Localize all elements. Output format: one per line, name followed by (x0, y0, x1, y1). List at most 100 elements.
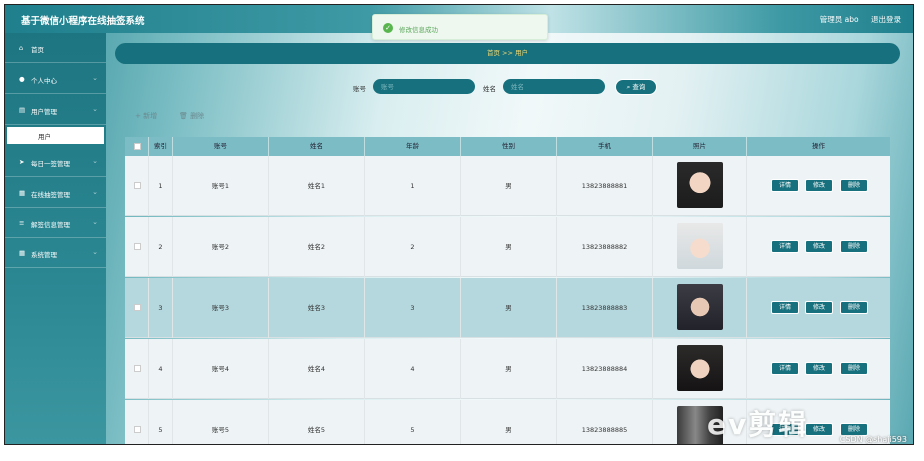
batch-delete-button[interactable]: 🗑 删除 (179, 111, 204, 121)
user-photo[interactable] (677, 345, 723, 391)
col-header: 账号 (173, 137, 269, 156)
sidebar-item-label: 首页 (31, 46, 44, 54)
sidebar-item-draw[interactable]: ▦ 在线抽签管理 ⌄ (5, 178, 106, 208)
cell-phone: 13823888885 (557, 400, 653, 444)
detail-button[interactable]: 详情 (771, 179, 799, 192)
chevron-down-icon: ⌄ (92, 105, 98, 113)
edit-button[interactable]: 修改 (805, 179, 833, 192)
cell-account: 账号3 (173, 278, 269, 338)
sidebar-item-system[interactable]: ▦ 系统管理 ⌄ (5, 238, 106, 268)
header-right: 管理员 abo 退出登录 (810, 14, 901, 25)
edit-button[interactable]: 修改 (805, 423, 833, 436)
sidebar: ⌂ 首页 ● 个人中心 ⌄ ▤ 用户管理 ⌄ 用户 ➤ 每日一签管理 ⌄ ▦ 在… (5, 33, 106, 444)
cell-age: 1 (365, 156, 461, 216)
send-icon: ➤ (19, 158, 25, 166)
edit-button[interactable]: 修改 (805, 240, 833, 253)
account-search-input[interactable] (373, 79, 475, 94)
header-checkbox-cell (125, 137, 149, 156)
cell-gender: 男 (461, 400, 557, 444)
breadcrumb-home[interactable]: 首页 (487, 49, 500, 57)
row-checkbox-cell (125, 217, 149, 277)
cell-gender: 男 (461, 339, 557, 399)
add-button[interactable]: + 新增 (135, 111, 157, 121)
sidebar-item-label: 个人中心 (31, 77, 57, 85)
folder-icon: ▤ (19, 106, 26, 114)
list-icon: ≡ (19, 219, 25, 227)
table-row: 3 账号3 姓名3 3 男 13823888883 详情 修改 删除 (125, 278, 890, 338)
breadcrumb: 首页 >> 用户 (115, 43, 900, 64)
user-photo[interactable] (677, 223, 723, 269)
cell-account: 账号2 (173, 217, 269, 277)
cell-idx: 3 (149, 278, 173, 338)
row-checkbox[interactable] (134, 243, 141, 250)
cell-name: 姓名5 (269, 400, 365, 444)
sidebar-item-label: 每日一签管理 (31, 160, 70, 168)
cell-name: 姓名1 (269, 156, 365, 216)
search-button[interactable]: ⌕ 查询 (615, 79, 657, 95)
cell-phone: 13823888883 (557, 278, 653, 338)
row-checkbox[interactable] (134, 365, 141, 372)
row-checkbox[interactable] (134, 182, 141, 189)
table-row: 1 账号1 姓名1 1 男 13823888881 详情 修改 删除 (125, 156, 890, 216)
chevron-down-icon: ⌄ (92, 157, 98, 165)
chevron-down-icon: ⌄ (92, 218, 98, 226)
sidebar-subitem-label: 用户 (38, 133, 51, 141)
sidebar-item-personal[interactable]: ● 个人中心 ⌄ (5, 64, 106, 94)
sidebar-subitem-user[interactable]: 用户 (7, 127, 104, 144)
col-header: 手机 (557, 137, 653, 156)
chevron-down-icon: ⌄ (92, 74, 98, 82)
table-row: 4 账号4 姓名4 4 男 13823888884 详情 修改 删除 (125, 339, 890, 399)
account-label: 账号 (353, 85, 366, 93)
select-all-checkbox[interactable] (134, 143, 141, 150)
chevron-down-icon: ⌄ (92, 248, 98, 256)
cell-idx: 4 (149, 339, 173, 399)
cell-phone: 13823888881 (557, 156, 653, 216)
grid-icon: ▦ (19, 189, 26, 197)
sidebar-item-interpret[interactable]: ≡ 解签信息管理 ⌄ (5, 208, 106, 238)
sidebar-item-daily[interactable]: ➤ 每日一签管理 ⌄ (5, 147, 106, 177)
cell-idx: 1 (149, 156, 173, 216)
app-title: 基于微信小程序在线抽签系统 (21, 16, 145, 27)
name-label: 姓名 (483, 85, 496, 93)
success-toast: ✓ 修改信息成功 (372, 14, 548, 40)
delete-button[interactable]: 删除 (840, 179, 868, 192)
cell-idx: 5 (149, 400, 173, 444)
row-checkbox[interactable] (134, 304, 141, 311)
edit-button[interactable]: 修改 (805, 362, 833, 375)
admin-label: 管理员 abo (819, 15, 859, 24)
delete-button[interactable]: 删除 (840, 240, 868, 253)
cell-name: 姓名2 (269, 217, 365, 277)
cell-age: 4 (365, 339, 461, 399)
col-header: 操作 (812, 142, 825, 150)
cell-name: 姓名3 (269, 278, 365, 338)
row-checkbox[interactable] (134, 426, 141, 433)
cell-gender: 男 (461, 278, 557, 338)
detail-button[interactable]: 详情 (771, 301, 799, 314)
row-checkbox-cell (125, 339, 149, 399)
detail-button[interactable]: 详情 (771, 240, 799, 253)
cell-name: 姓名4 (269, 339, 365, 399)
logout-link[interactable]: 退出登录 (871, 15, 901, 24)
edit-button[interactable]: 修改 (805, 301, 833, 314)
sidebar-item-home[interactable]: ⌂ 首页 (5, 33, 106, 63)
col-header: 索引 (149, 137, 173, 156)
user-photo[interactable] (677, 162, 723, 208)
user-icon: ● (19, 75, 25, 83)
sidebar-item-users[interactable]: ▤ 用户管理 ⌄ (5, 95, 106, 125)
detail-button[interactable]: 详情 (771, 362, 799, 375)
sidebar-item-label: 在线抽签管理 (31, 191, 70, 199)
cell-age: 3 (365, 278, 461, 338)
user-photo[interactable] (677, 284, 723, 330)
cell-account: 账号1 (173, 156, 269, 216)
search-icon: ⌕ (626, 83, 631, 91)
sidebar-item-label: 用户管理 (31, 108, 57, 116)
app-window: 基于微信小程序在线抽签系统 管理员 abo 退出登录 ⌂ 首页 ● 个人中心 ⌄… (4, 4, 914, 445)
delete-button[interactable]: 删除 (840, 301, 868, 314)
delete-button[interactable]: 删除 (840, 362, 868, 375)
csdn-watermark: CSDN @shaji593 (839, 435, 907, 444)
breadcrumb-sep: >> (502, 49, 513, 57)
name-search-input[interactable] (503, 79, 605, 94)
toast-message: 修改信息成功 (399, 26, 438, 34)
cell-age: 5 (365, 400, 461, 444)
cell-age: 2 (365, 217, 461, 277)
